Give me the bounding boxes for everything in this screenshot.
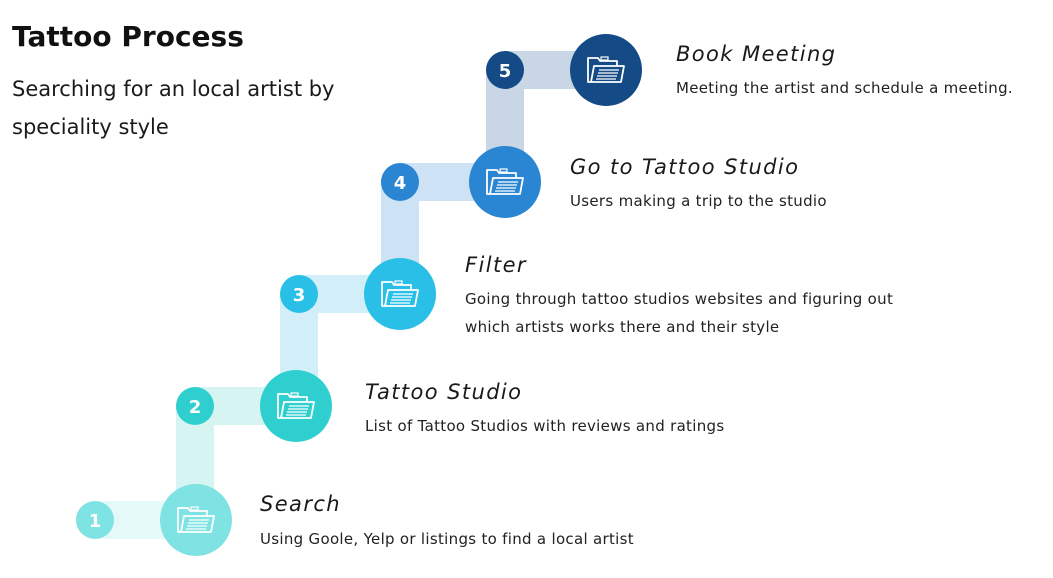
step-2-title: Tattoo Studio — [365, 380, 523, 404]
step-1-number: 1 — [89, 511, 102, 532]
step-2-description: List of Tattoo Studios with reviews and … — [365, 417, 725, 435]
step-4-description: Users making a trip to the studio — [570, 192, 827, 210]
step-4-number: 4 — [394, 173, 407, 194]
step-3-description: Going through tattoo studios websites an… — [465, 290, 894, 336]
step-5-title: Book Meeting — [676, 42, 837, 66]
step-3-number: 3 — [293, 285, 306, 306]
step-5-description: Meeting the artist and schedule a meetin… — [676, 79, 1013, 97]
step-2-number: 2 — [189, 397, 202, 418]
step-4-title: Go to Tattoo Studio — [570, 155, 800, 179]
step-5-number: 5 — [499, 61, 512, 82]
step-3-title: Filter — [465, 253, 527, 277]
step-1-title: Search — [260, 492, 342, 516]
step-1-description: Using Goole, Yelp or listings to find a … — [260, 530, 634, 548]
